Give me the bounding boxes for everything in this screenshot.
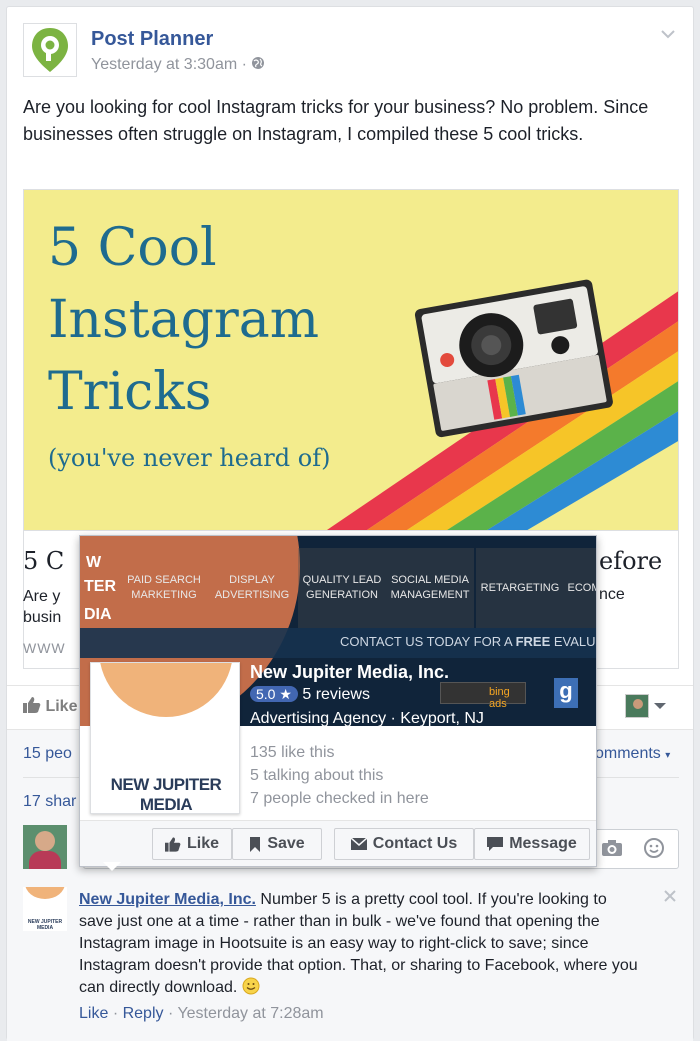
hovercard-save-button[interactable]: Save — [232, 828, 322, 860]
hovercard-talking: 5 talking about this — [250, 767, 384, 784]
like-action[interactable]: Like — [23, 697, 77, 716]
cover-cta-text: CONTACT US TODAY FOR A FREE EVALU — [340, 634, 596, 649]
bing-ads-text: bing ads — [489, 686, 510, 710]
comments-count-link[interactable]: omments ▾ — [595, 745, 670, 763]
comment-author-link[interactable]: New Jupiter Media, Inc. — [79, 891, 256, 908]
hero-line-3: Tricks — [48, 362, 212, 422]
shares-count-link[interactable]: 17 shar — [23, 793, 76, 811]
commenter-avatar[interactable]: NEW JUPITER MEDIA — [23, 887, 67, 931]
hovercard-like-button[interactable]: Like — [152, 828, 232, 860]
hovercard-likes: 135 like this — [250, 744, 335, 761]
hero-line-2: Instagram — [48, 290, 320, 350]
cover-brand-fragment-3: DIA — [84, 606, 112, 623]
close-icon[interactable] — [663, 889, 677, 903]
hovercard-checkins: 7 people checked in here — [250, 790, 429, 807]
cta-text-part-2: EVALU — [553, 634, 596, 649]
hovercard-like-label: Like — [186, 835, 219, 852]
timestamp-text[interactable]: Yesterday at 3:30am · — [91, 56, 247, 73]
envelope-icon — [350, 838, 367, 850]
hovercard-save-label: Save — [267, 835, 305, 852]
likes-count-link[interactable]: 15 peo — [23, 745, 72, 763]
camera-icon[interactable] — [601, 839, 623, 857]
profile-logo-shape — [99, 663, 233, 717]
hero-line-1: 5 Cool — [48, 218, 217, 278]
my-avatar-face — [35, 831, 55, 851]
page-logo[interactable] — [23, 23, 77, 77]
caret-down-icon[interactable] — [653, 701, 667, 711]
comment-body: New Jupiter Media, Inc. Number 5 is a pr… — [79, 889, 639, 999]
hovercard-profile-picture[interactable]: NEW JUPITER MEDIA — [90, 662, 240, 814]
post-card: Post Planner Yesterday at 3:30am · Are y… — [6, 6, 694, 1041]
rating-badge[interactable]: 5.0 ★ — [250, 686, 298, 702]
hovercard-pointer — [103, 862, 121, 871]
profile-logo-text: NEW JUPITER MEDIA — [110, 775, 222, 814]
thumbs-up-icon — [23, 697, 41, 713]
cover-nav-paid-search: PAID SEARCH MARKETING — [127, 574, 201, 601]
comment-meta: Like · Reply · Yesterday at 7:28am — [79, 1005, 324, 1023]
comment-time-link[interactable]: Yesterday at 7:28am — [177, 1005, 323, 1022]
page-hovercard: PAID SEARCH MARKETING DISPLAY ADVERTISING … — [79, 535, 597, 867]
hovercard-page-name[interactable]: New Jupiter Media, Inc. — [250, 662, 449, 683]
comment-like-link[interactable]: Like — [79, 1005, 108, 1022]
post-text: Are you looking for cool Instagram trick… — [23, 97, 649, 144]
reviews-link[interactable]: 5 reviews — [302, 686, 370, 703]
link-title-fragment-right[interactable]: efore — [599, 547, 662, 575]
hero-line-4: (you've never heard of) — [48, 444, 331, 472]
thumbs-up-icon — [164, 836, 181, 852]
commenter-avatar-shape — [25, 887, 65, 899]
smiley-emoji-icon — [242, 977, 260, 995]
comments-caret-icon: ▾ — [665, 750, 671, 761]
cover-nav-lead-gen: QUALITY LEAD GENERATION — [298, 548, 386, 628]
meta-sep-2: · — [167, 1005, 174, 1022]
link-desc-fragment-right: nce — [599, 586, 625, 603]
emoji-icon[interactable] — [643, 837, 665, 859]
hovercard-contact-button[interactable]: Contact Us — [334, 828, 474, 860]
bing-ads-badge: bing ads — [440, 682, 526, 710]
globe-icon — [252, 57, 265, 69]
comments-count-text: omments — [595, 745, 661, 762]
cover-nav-social: SOCIAL MEDIA MANAGEMENT — [386, 548, 474, 628]
hovercard-category: Advertising Agency · Keyport, NJ — [250, 710, 484, 727]
cta-text-part-1: CONTACT US TODAY FOR A — [340, 634, 512, 649]
link-title-fragment-left[interactable]: 5 C — [23, 547, 64, 575]
hovercard-rating-row: 5.0 ★ 5 reviews — [250, 686, 370, 704]
post-planner-logo-icon — [32, 28, 68, 72]
post-timestamp[interactable]: Yesterday at 3:30am · — [91, 56, 265, 74]
cover-brand-fragment-2: TER — [84, 578, 116, 595]
chevron-down-icon[interactable] — [659, 25, 677, 43]
hovercard-message-label: Message — [509, 835, 577, 852]
comment-reply-link[interactable]: Reply — [123, 1005, 164, 1022]
meta-sep-1: · — [112, 1005, 119, 1022]
message-icon — [487, 837, 504, 851]
google-partner-badge: g — [554, 678, 578, 708]
commenter-avatar-text: NEW JUPITER MEDIA — [27, 919, 63, 931]
hovercard-message-button[interactable]: Message — [474, 828, 590, 860]
post-image[interactable]: 5 Cool Instagram Tricks (you've never he… — [23, 189, 679, 531]
cover-nav-ecom: ECOM — [564, 548, 596, 628]
cover-nav-retargeting: RETARGETING — [476, 548, 564, 628]
hovercard-contact-label: Contact Us — [372, 835, 458, 852]
actor-avatar[interactable] — [625, 694, 649, 718]
my-avatar-body — [29, 851, 61, 869]
cover-brand-fragment-1: W — [86, 554, 102, 571]
bookmark-icon — [250, 836, 261, 852]
like-action-label: Like — [45, 698, 78, 715]
my-avatar[interactable] — [23, 825, 67, 869]
cta-text-bold: FREE — [515, 634, 551, 649]
avatar-face — [633, 699, 643, 709]
link-domain: WWW — [23, 640, 66, 656]
page-name-link[interactable]: Post Planner — [91, 28, 213, 51]
cover-nav-display: DISPLAY ADVERTISING — [214, 574, 290, 601]
